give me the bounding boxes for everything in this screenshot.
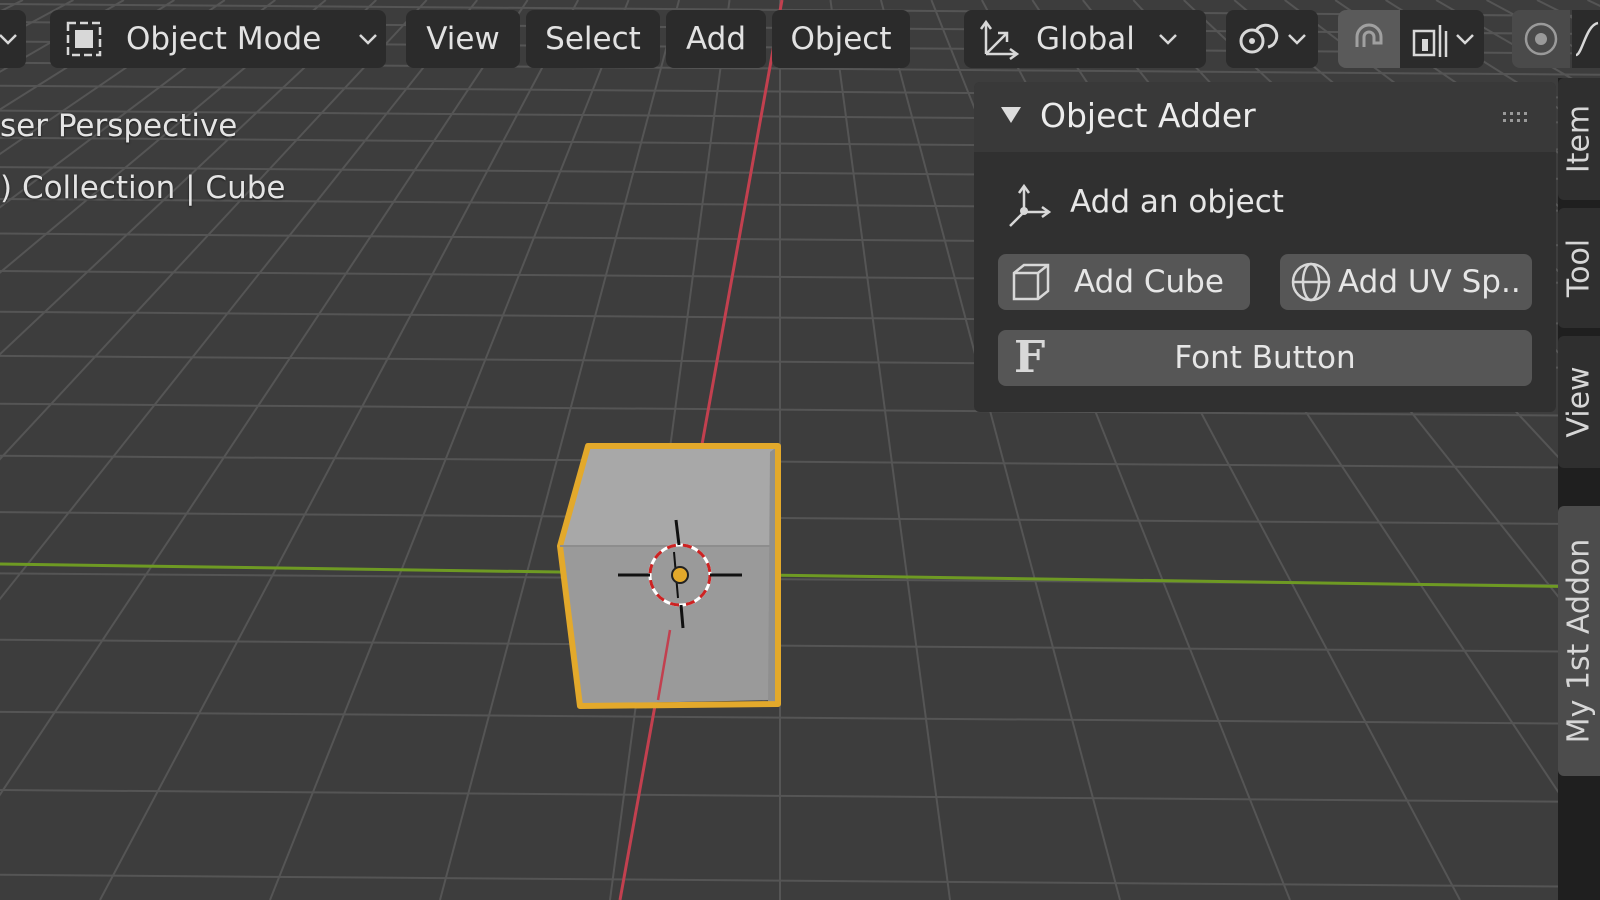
pivot-point-dropdown[interactable] (1226, 10, 1318, 68)
tab-item-label: Item (1561, 104, 1597, 174)
editor-type-dropdown[interactable] (0, 10, 26, 68)
menu-add[interactable]: Add (666, 10, 766, 68)
orientation-label: Global (1036, 21, 1135, 57)
menu-select[interactable]: Select (526, 10, 660, 68)
snap-increment-icon (1412, 25, 1448, 57)
object-adder-panel: Object Adder Add an object Add Cube Add … (974, 82, 1556, 412)
pivot-link-icon (1239, 23, 1279, 54)
view-perspective-label: ser Perspective (0, 108, 238, 144)
tab-my-1st-addon[interactable]: My 1st Addon (1558, 506, 1600, 776)
chevron-down-icon (1456, 34, 1474, 45)
menu-add-label: Add (685, 21, 747, 57)
menu-object[interactable]: Object (772, 10, 910, 68)
collection-info-label: ) Collection | Cube (0, 170, 286, 206)
tab-my-1st-addon-label: My 1st Addon (1561, 538, 1597, 744)
object-mode-icon (66, 21, 102, 57)
proportional-editing-icon (1524, 22, 1558, 56)
snap-toggle[interactable] (1338, 10, 1400, 68)
panel-subtitle: Add an object (1070, 184, 1284, 220)
proportional-falloff-dropdown[interactable] (1572, 10, 1600, 68)
falloff-curve-icon (1575, 21, 1599, 57)
mode-label: Object Mode (126, 21, 322, 57)
add-uv-sphere-button[interactable]: Add UV Sp.. (1280, 254, 1532, 310)
add-uv-sphere-label: Add UV Sp.. (1338, 264, 1521, 300)
add-object-icon (1009, 183, 1052, 227)
object-origin (671, 566, 689, 584)
uv-sphere-icon (1291, 262, 1331, 302)
tab-view-label: View (1561, 366, 1597, 438)
font-button-label: Font Button (1174, 340, 1356, 376)
cube-icon (1012, 263, 1050, 301)
tab-tool[interactable]: Tool (1558, 208, 1600, 328)
add-cube-label: Add Cube (1074, 264, 1224, 300)
proportional-editing-toggle[interactable] (1512, 10, 1570, 68)
snap-target-dropdown[interactable] (1400, 10, 1484, 68)
font-button[interactable]: F Font Button (998, 330, 1532, 386)
cube-object[interactable] (557, 443, 781, 709)
drag-handle-icon[interactable] (1502, 110, 1530, 124)
chevron-down-icon (1288, 34, 1306, 45)
add-cube-button[interactable]: Add Cube (998, 254, 1250, 310)
tab-tool-label: Tool (1561, 238, 1597, 298)
menu-object-label: Object (790, 21, 892, 57)
tab-item[interactable]: Item (1558, 78, 1600, 200)
mode-dropdown[interactable]: Object Mode (50, 10, 386, 68)
sidebar-tabs: Item Tool View My 1st Addon (1558, 78, 1600, 900)
panel-title: Object Adder (1040, 96, 1256, 135)
snap-magnet-icon (1355, 23, 1383, 47)
panel-header[interactable]: Object Adder (974, 82, 1556, 152)
viewport-header: Object Mode View Select Add Object Globa… (0, 0, 1600, 78)
menu-view-label: View (426, 21, 500, 57)
transform-orientation-icon (979, 19, 1020, 61)
collapse-triangle-icon[interactable] (998, 102, 1024, 128)
tab-view[interactable]: View (1558, 336, 1600, 468)
chevron-down-icon (0, 34, 17, 45)
menu-view[interactable]: View (406, 10, 520, 68)
menu-select-label: Select (545, 21, 641, 57)
transform-orientation-dropdown[interactable]: Global (964, 10, 1206, 68)
chevron-down-icon (1159, 34, 1177, 45)
chevron-down-icon (359, 34, 378, 45)
